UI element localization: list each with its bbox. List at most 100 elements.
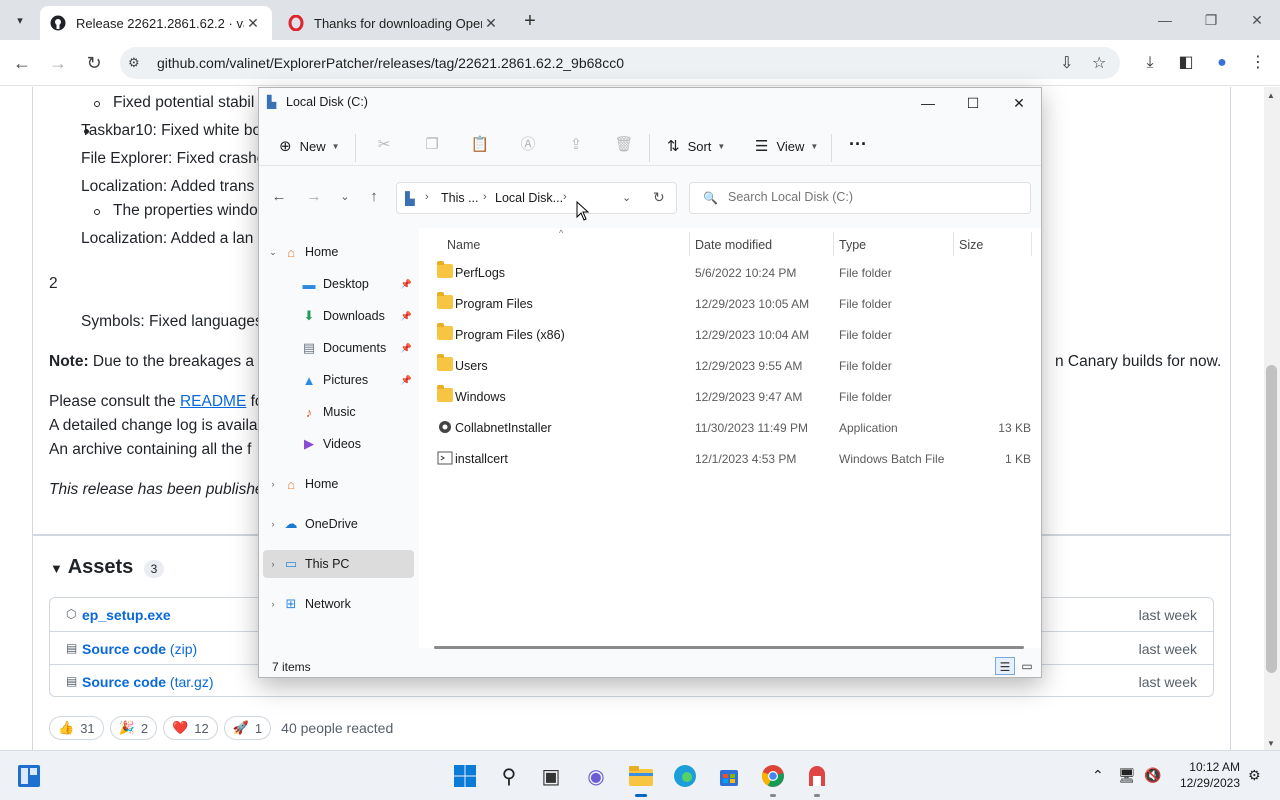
close-window-icon[interactable]: ✕ [996,90,1042,116]
asset-link[interactable]: Source code (tar.gz) [82,674,214,690]
view-button[interactable]: ☰ View ▼ [755,134,818,158]
maximize-icon[interactable]: ☐ [950,90,996,116]
tiles-view-icon[interactable]: ▭ [1017,657,1037,675]
side-panel-icon[interactable]: ◧ [1174,52,1198,76]
scroll-down-icon[interactable]: ▼ [1267,739,1275,748]
address-bar[interactable]: ⚙ github.com/valinet/ExplorerPatcher/rel… [120,47,1120,79]
table-row[interactable]: Program Files 12/29/2023 10:05 AM File fol… [433,289,1033,319]
volume-icon[interactable]: 🔇 [1144,767,1161,784]
reaction-thumbs-up[interactable]: 👍 31 [49,716,104,740]
delete-icon[interactable]: 🗑 [613,134,635,156]
search-input[interactable] [728,190,1008,204]
breadcrumb-this-pc[interactable]: This ... [441,191,479,205]
page-scroll-thumb[interactable] [1266,365,1277,673]
chrome-icon[interactable] [758,761,788,797]
table-row[interactable]: Program Files (x86) 12/29/2023 10:04 AM Fi… [433,320,1033,350]
horizontal-scrollbar[interactable] [434,646,1024,649]
assets-heading[interactable]: ▼ Assets [50,556,133,579]
tab-search-button[interactable]: ▾ [8,8,32,32]
paste-icon[interactable]: 📋 [469,134,491,156]
nav-item-documents[interactable]: ▤ Documents 📌 [263,334,414,362]
chevron-right-icon[interactable]: › [265,559,281,569]
site-info-icon[interactable]: ⚙ [128,55,140,71]
file-explorer-icon[interactable] [626,761,656,797]
search-icon[interactable]: ⚲ [494,761,524,791]
reload-icon[interactable]: ↻ [82,51,106,75]
task-view-icon[interactable]: ▣ [536,761,566,791]
share-icon[interactable]: ⇪ [565,134,587,156]
breadcrumb-separator-icon[interactable]: › [483,191,487,203]
store-icon[interactable] [714,761,744,791]
forward-icon[interactable]: → [304,187,324,207]
scroll-up-icon[interactable]: ▲ [1267,91,1275,100]
nav-item-home[interactable]: › ⌂ Home [263,470,414,498]
edge-icon[interactable] [670,761,700,791]
widgets-icon[interactable] [14,761,44,791]
more-options-button[interactable]: ··· [849,132,867,156]
table-row[interactable]: PerfLogs 5/6/2022 10:24 PM File folder [433,258,1033,288]
close-window-icon[interactable]: ✕ [1242,8,1272,32]
network-icon[interactable]: 🖥 [1118,767,1136,784]
downloads-icon[interactable]: ⤓ [1138,52,1162,76]
asset-link[interactable]: ep_setup.exe [82,607,171,623]
nav-item-home[interactable]: ⌄ ⌂ Home [263,238,414,266]
reaction-rocket[interactable]: 🚀 1 [223,716,272,740]
nav-item-downloads[interactable]: ⬇ Downloads 📌 [263,302,414,330]
nav-item-onedrive[interactable]: › ☁ OneDrive [263,510,414,538]
minimize-icon[interactable]: — [1150,8,1180,32]
bookmark-star-icon[interactable]: ☆ [1092,53,1106,73]
divider[interactable] [689,232,690,256]
table-row[interactable]: installcert 12/1/2023 4:53 PM Windows Batc… [433,444,1033,474]
tab-opera[interactable]: Thanks for downloading Opera ✕ [278,6,510,40]
app-icon[interactable] [802,761,832,797]
chevron-down-icon[interactable]: ⌄ [622,191,631,204]
chevron-right-icon[interactable]: › [265,599,281,609]
nav-item-this-pc[interactable]: › ▭ This PC [263,550,414,578]
divider[interactable] [833,232,834,256]
nav-item-network[interactable]: › ⊞ Network [263,590,414,618]
explorer-search[interactable]: 🔍 [689,182,1031,214]
reaction-hooray[interactable]: 🎉 2 [109,716,158,740]
column-name[interactable]: Name [447,238,480,252]
restore-icon[interactable]: ❐ [1196,8,1226,32]
tab-github-release[interactable]: Release 22621.2861.62.2 · valine ✕ [40,6,272,40]
explorer-title-bar[interactable]: ▙ Local Disk (C:) — ☐ ✕ [259,88,1041,118]
table-row[interactable]: CollabnetInstaller 11/30/2023 11:49 PM App… [433,413,1033,443]
readme-link[interactable]: README [180,393,246,410]
chevron-right-icon[interactable]: › [265,519,281,529]
install-app-icon[interactable]: ⇩ [1060,53,1073,73]
back-icon[interactable]: ← [10,51,34,75]
column-date-modified[interactable]: Date modified [695,238,772,252]
chrome-menu-icon[interactable]: ⋮ [1246,52,1270,76]
chevron-down-icon[interactable]: ⌄ [265,247,281,258]
up-icon[interactable]: ↑ [364,187,384,207]
explorer-address-bar[interactable]: ▙ › This ... › Local Disk... › ⌄ ↻ [396,182,677,214]
nav-item-desktop[interactable]: ▬ Desktop 📌 [263,270,414,298]
nav-item-videos[interactable]: ▶ Videos [263,430,414,458]
breadcrumb-local-disk[interactable]: Local Disk... [495,191,563,205]
copy-icon[interactable]: ❐ [421,134,443,156]
breadcrumb-separator-icon[interactable]: › [563,191,567,203]
new-button[interactable]: ⊕ New ▼ [279,134,340,158]
table-row[interactable]: Windows 12/29/2023 9:47 AM File folder [433,382,1033,412]
sort-button[interactable]: ⇅ Sort ▼ [667,134,725,158]
notification-icon[interactable]: ⚙ [1248,767,1261,784]
recent-locations-icon[interactable]: ⌄ [335,187,355,207]
breadcrumb-separator-icon[interactable]: › [425,191,429,203]
column-type[interactable]: Type [839,238,866,252]
start-icon[interactable] [450,761,480,791]
chevron-up-icon[interactable]: ⌃ [1092,767,1104,784]
column-size[interactable]: Size [959,238,983,252]
rename-icon[interactable]: Ⓐ [517,134,539,156]
new-tab-button[interactable]: + [518,10,542,34]
close-tab-icon[interactable]: ✕ [244,15,262,32]
chevron-right-icon[interactable]: › [265,479,281,489]
forward-icon[interactable]: → [46,51,70,75]
refresh-icon[interactable]: ↻ [653,189,665,206]
details-view-icon[interactable]: ☰ [995,657,1015,675]
divider[interactable] [1031,232,1032,256]
nav-item-music[interactable]: ♪ Music [263,398,414,426]
nav-item-pictures[interactable]: ▲ Pictures 📌 [263,366,414,394]
close-tab-icon[interactable]: ✕ [482,15,500,32]
asset-link[interactable]: Source code (zip) [82,641,197,657]
